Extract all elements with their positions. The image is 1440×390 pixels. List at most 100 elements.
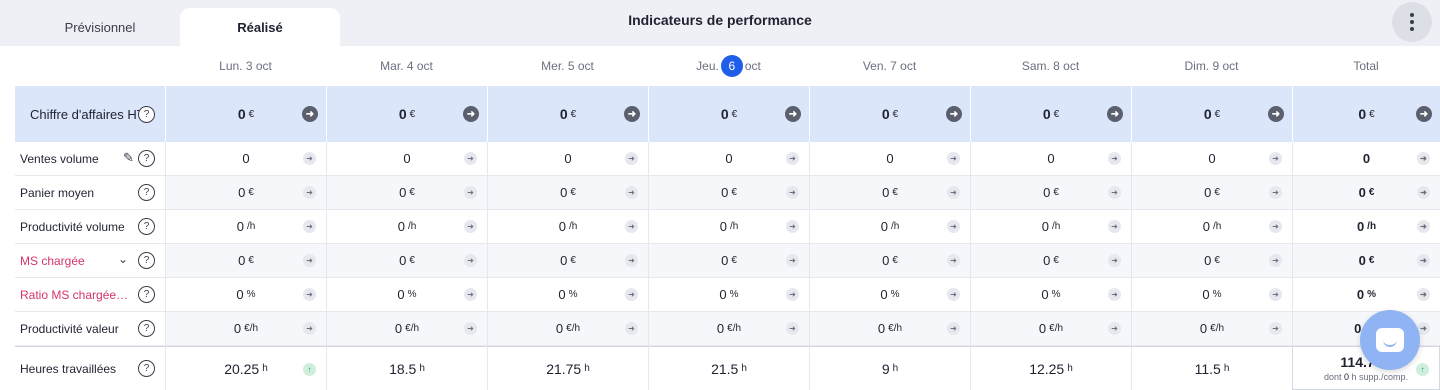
arrow-right-icon[interactable]: ➜ bbox=[786, 186, 799, 199]
arrow-right-icon[interactable]: ➜ bbox=[1268, 106, 1284, 122]
revenue-value: 0 € ➜ bbox=[165, 86, 326, 142]
arrow-right-icon[interactable]: ➜ bbox=[1269, 322, 1282, 335]
help-icon[interactable]: ? bbox=[138, 360, 155, 377]
arrow-right-icon[interactable]: ➜ bbox=[463, 106, 479, 122]
arrow-right-icon[interactable]: ➜ bbox=[786, 152, 799, 165]
kpi-unit: € bbox=[409, 255, 415, 266]
arrow-right-icon[interactable]: ➜ bbox=[625, 288, 638, 301]
arrow-right-icon[interactable]: ➜ bbox=[625, 220, 638, 233]
arrow-right-icon[interactable]: ➜ bbox=[1269, 220, 1282, 233]
kpi-value: 0 €/h ➜ bbox=[165, 312, 326, 346]
arrow-right-icon[interactable]: ➜ bbox=[464, 254, 477, 267]
arrow-right-icon[interactable]: ➜ bbox=[1108, 322, 1121, 335]
more-options-button[interactable] bbox=[1392, 2, 1432, 42]
tab-previsionnel[interactable]: Prévisionnel bbox=[20, 8, 180, 46]
hours-label: Heures travaillées bbox=[20, 361, 117, 376]
kpi-amount: 0 bbox=[721, 253, 729, 268]
arrow-right-icon[interactable]: ➜ bbox=[946, 106, 962, 122]
kpi-unit: % bbox=[1367, 289, 1377, 300]
kpi-value: 0 ➜ bbox=[648, 142, 809, 176]
arrow-right-icon[interactable]: ➜ bbox=[1417, 152, 1430, 165]
arrow-right-icon[interactable]: ➜ bbox=[625, 254, 638, 267]
kpi-value: 0 €/h ➜ bbox=[648, 312, 809, 346]
arrow-right-icon[interactable]: ➜ bbox=[786, 322, 799, 335]
arrow-right-icon[interactable]: ➜ bbox=[464, 186, 477, 199]
kpi-value: 0/h ➜ bbox=[487, 210, 648, 244]
arrow-right-icon[interactable]: ➜ bbox=[464, 322, 477, 335]
arrow-right-icon[interactable]: ➜ bbox=[947, 152, 960, 165]
day-label: Mar. 4 oct bbox=[380, 59, 433, 73]
kpi-value: 0 € ➜ bbox=[326, 244, 487, 278]
arrow-right-icon[interactable]: ➜ bbox=[1108, 220, 1121, 233]
revenue-label: Chiffre d'affaires HT bbox=[30, 106, 145, 122]
arrow-right-icon[interactable]: ➜ bbox=[786, 288, 799, 301]
help-icon[interactable]: ? bbox=[138, 320, 155, 337]
arrow-right-icon[interactable]: ➜ bbox=[303, 288, 316, 301]
arrow-right-icon[interactable]: ➜ bbox=[947, 254, 960, 267]
kpi-unit: % bbox=[890, 289, 900, 300]
help-icon[interactable]: ? bbox=[138, 184, 155, 201]
arrow-right-icon[interactable]: ➜ bbox=[947, 322, 960, 335]
arrow-right-icon[interactable]: ➜ bbox=[947, 220, 960, 233]
arrow-right-icon[interactable]: ➜ bbox=[625, 322, 638, 335]
arrow-right-icon[interactable]: ➜ bbox=[786, 254, 799, 267]
arrow-right-icon[interactable]: ➜ bbox=[303, 322, 316, 335]
arrow-right-icon[interactable]: ➜ bbox=[1417, 254, 1430, 267]
arrow-right-icon[interactable]: ➜ bbox=[303, 152, 316, 165]
kpi-value: 0 € ➜ bbox=[487, 244, 648, 278]
arrow-right-icon[interactable]: ➜ bbox=[1107, 106, 1123, 122]
arrow-right-icon[interactable]: ➜ bbox=[1108, 152, 1121, 165]
header-corner bbox=[15, 46, 165, 86]
arrow-right-icon[interactable]: ➜ bbox=[1417, 288, 1430, 301]
arrow-right-icon[interactable]: ➜ bbox=[625, 152, 638, 165]
arrow-right-icon[interactable]: ➜ bbox=[1269, 288, 1282, 301]
currency-unit: € bbox=[248, 108, 255, 120]
arrow-right-icon[interactable]: ➜ bbox=[947, 186, 960, 199]
chat-support-button[interactable] bbox=[1360, 310, 1420, 370]
kpi-value: 0 ➜ bbox=[809, 142, 970, 176]
day-header: Dim. 9 oct bbox=[1131, 46, 1292, 86]
arrow-right-icon[interactable]: ➜ bbox=[1269, 254, 1282, 267]
pencil-icon[interactable]: ✎ bbox=[123, 150, 134, 166]
arrow-right-icon[interactable]: ➜ bbox=[1416, 106, 1432, 122]
revenue-amount: 0 bbox=[1042, 106, 1051, 122]
arrow-right-icon[interactable]: ➜ bbox=[785, 106, 801, 122]
help-icon[interactable]: ? bbox=[138, 252, 155, 269]
help-icon[interactable]: ? bbox=[138, 218, 155, 235]
arrow-up-icon[interactable]: ↑ bbox=[1416, 363, 1429, 376]
help-icon[interactable]: ? bbox=[138, 286, 155, 303]
kpi-value: 0 € ➜ bbox=[648, 244, 809, 278]
arrow-up-icon[interactable]: ↑ bbox=[303, 363, 316, 376]
kpi-unit: € bbox=[1368, 187, 1375, 198]
kpi-label-cell: Ratio MS chargée / ...? bbox=[15, 278, 165, 312]
arrow-right-icon[interactable]: ➜ bbox=[302, 106, 318, 122]
arrow-right-icon[interactable]: ➜ bbox=[624, 106, 640, 122]
arrow-right-icon[interactable]: ➜ bbox=[1269, 186, 1282, 199]
help-icon[interactable]: ? bbox=[138, 150, 155, 167]
hours-unit: h bbox=[892, 363, 899, 374]
arrow-right-icon[interactable]: ➜ bbox=[464, 220, 477, 233]
kpi-value: 0 € ➜ bbox=[970, 244, 1131, 278]
arrow-right-icon[interactable]: ➜ bbox=[625, 186, 638, 199]
chevron-down-icon[interactable]: ⌄ bbox=[118, 252, 132, 266]
help-icon[interactable]: ? bbox=[138, 106, 155, 123]
arrow-right-icon[interactable]: ➜ bbox=[947, 288, 960, 301]
kpi-total: 0 € ➜ bbox=[1292, 244, 1440, 278]
arrow-right-icon[interactable]: ➜ bbox=[1108, 254, 1121, 267]
arrow-right-icon[interactable]: ➜ bbox=[303, 254, 316, 267]
kpi-value: 0 € ➜ bbox=[326, 176, 487, 210]
arrow-right-icon[interactable]: ➜ bbox=[303, 186, 316, 199]
arrow-right-icon[interactable]: ➜ bbox=[303, 220, 316, 233]
arrow-right-icon[interactable]: ➜ bbox=[1417, 186, 1430, 199]
arrow-right-icon[interactable]: ➜ bbox=[464, 288, 477, 301]
hours-amount: 9 bbox=[881, 360, 890, 377]
arrow-right-icon[interactable]: ➜ bbox=[1108, 288, 1121, 301]
arrow-right-icon[interactable]: ➜ bbox=[786, 220, 799, 233]
tab-realise[interactable]: Réalisé bbox=[180, 8, 340, 46]
arrow-right-icon[interactable]: ➜ bbox=[1269, 152, 1282, 165]
arrow-right-icon[interactable]: ➜ bbox=[1417, 220, 1430, 233]
arrow-right-icon[interactable]: ➜ bbox=[464, 152, 477, 165]
kpi-amount: 0 bbox=[403, 151, 411, 166]
arrow-right-icon[interactable]: ➜ bbox=[1108, 186, 1121, 199]
kpi-amount: 0 bbox=[1199, 321, 1208, 336]
